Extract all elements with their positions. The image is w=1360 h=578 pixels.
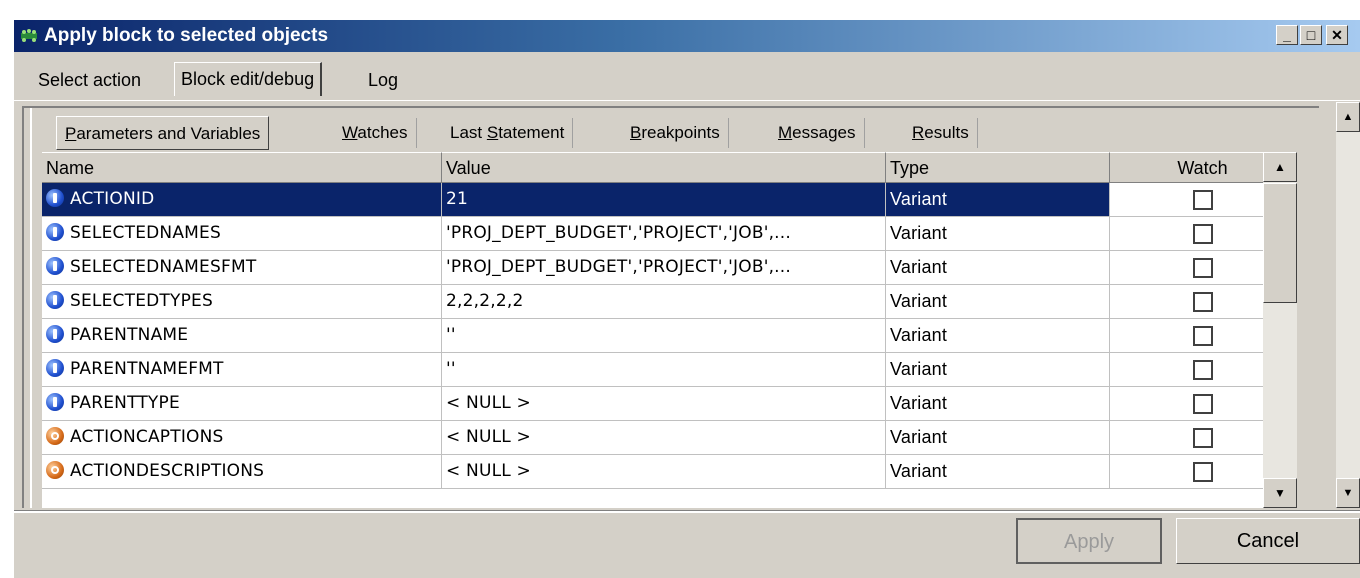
- input-parameter-icon: [46, 324, 64, 343]
- cell-name[interactable]: SELECTEDTYPES: [42, 285, 442, 319]
- tab-results[interactable]: Results: [904, 118, 978, 148]
- input-parameter-icon: [46, 188, 64, 207]
- panel-edge: [30, 108, 32, 508]
- tab-select-action[interactable]: Select action: [32, 66, 147, 94]
- watch-checkbox[interactable]: [1192, 326, 1213, 346]
- watch-checkbox[interactable]: [1192, 292, 1213, 312]
- tab-log[interactable]: Log: [362, 66, 404, 94]
- watch-checkbox[interactable]: [1192, 190, 1213, 210]
- outer-tab-bar: Select action Block edit/debug Log: [14, 54, 1360, 100]
- cell-value[interactable]: 21: [442, 183, 886, 217]
- cell-name[interactable]: ACTIONID: [42, 183, 442, 217]
- watch-checkbox[interactable]: [1192, 462, 1213, 482]
- table-row[interactable]: SELECTEDTYPES 2,2,2,2,2 Variant: [42, 285, 1297, 319]
- cell-type[interactable]: Variant: [886, 183, 1110, 217]
- cell-type[interactable]: Variant: [886, 353, 1110, 387]
- cell-type[interactable]: Variant: [886, 217, 1110, 251]
- column-header-name[interactable]: Name: [42, 152, 442, 182]
- cell-type[interactable]: Variant: [886, 319, 1110, 353]
- cell-type[interactable]: Variant: [886, 387, 1110, 421]
- watch-checkbox[interactable]: [1192, 394, 1213, 414]
- table-row[interactable]: SELECTEDNAMES 'PROJ_DEPT_BUDGET','PROJECT…: [42, 217, 1297, 251]
- cell-value[interactable]: < NULL >: [442, 455, 886, 489]
- variables-grid[interactable]: Name Value Type Watch ACTIONID 21 Variant S…: [42, 152, 1297, 508]
- window-title: Apply block to selected objects: [44, 25, 329, 46]
- cell-value[interactable]: 2,2,2,2,2: [442, 285, 886, 319]
- cell-type[interactable]: Variant: [886, 421, 1110, 455]
- input-parameter-icon: [46, 222, 64, 241]
- cell-name[interactable]: SELECTEDNAMES: [42, 217, 442, 251]
- watch-checkbox[interactable]: [1192, 258, 1213, 278]
- watch-checkbox[interactable]: [1192, 360, 1213, 380]
- tab-watches[interactable]: Watches: [334, 118, 417, 148]
- scroll-down-button[interactable]: ▼: [1263, 478, 1297, 508]
- output-parameter-icon: [46, 460, 64, 479]
- table-row[interactable]: SELECTEDNAMESFMT 'PROJ_DEPT_BUDGET','PROJ…: [42, 251, 1297, 285]
- column-header-value[interactable]: Value: [442, 152, 886, 182]
- app-icon: [21, 29, 37, 42]
- dialog-window: Apply block to selected objects _ □ ✕ Se…: [14, 20, 1360, 578]
- cell-name[interactable]: PARENTTYPE: [42, 387, 442, 421]
- parameter-name: ACTIONID: [70, 189, 155, 209]
- panel-scrollbar[interactable]: ▲ ▼: [1336, 102, 1360, 508]
- cell-value[interactable]: < NULL >: [442, 387, 886, 421]
- parameter-name: PARENTNAME: [70, 325, 189, 345]
- cell-type[interactable]: Variant: [886, 455, 1110, 489]
- cell-value[interactable]: '': [442, 353, 886, 387]
- column-header-type[interactable]: Type: [886, 152, 1110, 182]
- tab-parameters-and-variables[interactable]: Parameters and Variables: [56, 116, 270, 150]
- panel-scroll-down-button[interactable]: ▼: [1336, 478, 1360, 508]
- minimize-button[interactable]: _: [1276, 25, 1298, 45]
- input-parameter-icon: [46, 392, 64, 411]
- cell-value[interactable]: 'PROJ_DEPT_BUDGET','PROJECT','JOB',...: [442, 217, 886, 251]
- tab-divider: [14, 100, 1360, 101]
- apply-button[interactable]: Apply: [1016, 518, 1162, 564]
- grid-scrollbar[interactable]: ▲ ▼: [1263, 152, 1297, 508]
- tab-breakpoints[interactable]: Breakpoints: [622, 118, 729, 148]
- table-row[interactable]: PARENTNAMEFMT '' Variant: [42, 353, 1297, 387]
- tab-block-edit-debug[interactable]: Block edit/debug: [174, 62, 323, 96]
- footer-divider: [14, 510, 1360, 513]
- close-button[interactable]: ✕: [1326, 25, 1348, 45]
- panel-scroll-up-button[interactable]: ▲: [1336, 102, 1360, 132]
- output-parameter-icon: [46, 426, 64, 445]
- cell-name[interactable]: ACTIONDESCRIPTIONS: [42, 455, 442, 489]
- cell-type[interactable]: Variant: [886, 251, 1110, 285]
- parameter-name: ACTIONCAPTIONS: [70, 427, 224, 447]
- table-row[interactable]: ACTIONID 21 Variant: [42, 183, 1297, 217]
- table-row[interactable]: PARENTTYPE < NULL > Variant: [42, 387, 1297, 421]
- cell-type[interactable]: Variant: [886, 285, 1110, 319]
- parameter-name: SELECTEDNAMESFMT: [70, 257, 257, 277]
- parameter-name: PARENTTYPE: [70, 393, 180, 413]
- watch-checkbox[interactable]: [1192, 428, 1213, 448]
- maximize-button[interactable]: □: [1300, 25, 1322, 45]
- scroll-up-button[interactable]: ▲: [1263, 152, 1297, 182]
- parameter-name: SELECTEDNAMES: [70, 223, 221, 243]
- input-parameter-icon: [46, 256, 64, 275]
- scroll-thumb[interactable]: [1263, 183, 1297, 303]
- title-bar[interactable]: Apply block to selected objects _ □ ✕: [14, 20, 1360, 52]
- cell-value[interactable]: < NULL >: [442, 421, 886, 455]
- watch-checkbox[interactable]: [1192, 224, 1213, 244]
- cell-name[interactable]: SELECTEDNAMESFMT: [42, 251, 442, 285]
- parameter-name: SELECTEDTYPES: [70, 291, 213, 311]
- tab-last-statement[interactable]: Last Statement: [442, 118, 574, 148]
- cell-name[interactable]: PARENTNAMEFMT: [42, 353, 442, 387]
- grid-header: Name Value Type Watch: [42, 152, 1297, 183]
- debug-panel: Parameters and Variables Watches Last St…: [22, 106, 1319, 508]
- tab-messages[interactable]: Messages: [770, 118, 865, 148]
- input-parameter-icon: [46, 290, 64, 309]
- cell-value[interactable]: 'PROJ_DEPT_BUDGET','PROJECT','JOB',...: [442, 251, 886, 285]
- parameter-name: ACTIONDESCRIPTIONS: [70, 461, 265, 481]
- input-parameter-icon: [46, 358, 64, 377]
- table-row[interactable]: PARENTNAME '' Variant: [42, 319, 1297, 353]
- cell-name[interactable]: ACTIONCAPTIONS: [42, 421, 442, 455]
- cancel-button[interactable]: Cancel: [1176, 518, 1360, 564]
- parameter-name: PARENTNAMEFMT: [70, 359, 224, 379]
- cell-value[interactable]: '': [442, 319, 886, 353]
- table-row[interactable]: ACTIONCAPTIONS < NULL > Variant: [42, 421, 1297, 455]
- cell-name[interactable]: PARENTNAME: [42, 319, 442, 353]
- table-row[interactable]: ACTIONDESCRIPTIONS < NULL > Variant: [42, 455, 1297, 489]
